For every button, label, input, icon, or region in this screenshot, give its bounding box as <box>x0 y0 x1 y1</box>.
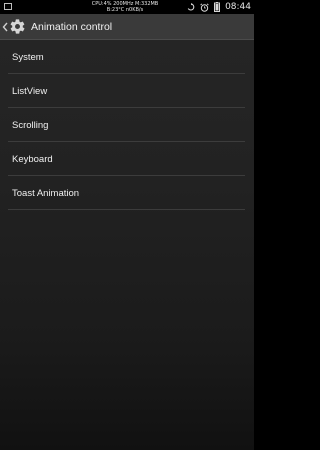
list-item-toast-animation[interactable]: Toast Animation <box>0 176 254 210</box>
list-item-label: Scrolling <box>12 119 49 131</box>
alarm-icon <box>200 2 209 12</box>
notification-icon <box>4 3 12 10</box>
list-item-keyboard[interactable]: Keyboard <box>0 142 254 176</box>
action-bar: Animation control <box>0 14 254 40</box>
up-navigation-button[interactable] <box>0 14 26 40</box>
list-item-scrolling[interactable]: Scrolling <box>0 108 254 142</box>
status-bar: CPU:4% 200MHz M:332MB B:23°C n0KB/s 08:4… <box>0 0 254 14</box>
list-item-system[interactable]: System <box>0 40 254 74</box>
settings-list: System ListView Scrolling Keyboard Toast… <box>0 40 254 210</box>
list-item-label: Toast Animation <box>12 187 80 199</box>
list-item-label: System <box>12 51 44 63</box>
list-item-listview[interactable]: ListView <box>0 74 254 108</box>
list-divider <box>8 209 245 210</box>
list-item-label: ListView <box>12 85 48 97</box>
rotate-icon <box>187 2 195 12</box>
temperature-network-text: B:23°C n0KB/s <box>106 7 144 13</box>
status-right-group: 08:44 <box>187 0 251 14</box>
clock: 08:44 <box>225 2 251 12</box>
gear-icon <box>10 19 25 34</box>
chevron-left-icon <box>2 22 8 31</box>
system-monitor-readout: CPU:4% 200MHz M:332MB B:23°C n0KB/s <box>70 1 180 13</box>
battery-icon <box>214 2 221 12</box>
page-title: Animation control <box>31 20 113 33</box>
list-item-label: Keyboard <box>12 153 53 165</box>
screen: CPU:4% 200MHz M:332MB B:23°C n0KB/s 08:4… <box>0 0 254 450</box>
